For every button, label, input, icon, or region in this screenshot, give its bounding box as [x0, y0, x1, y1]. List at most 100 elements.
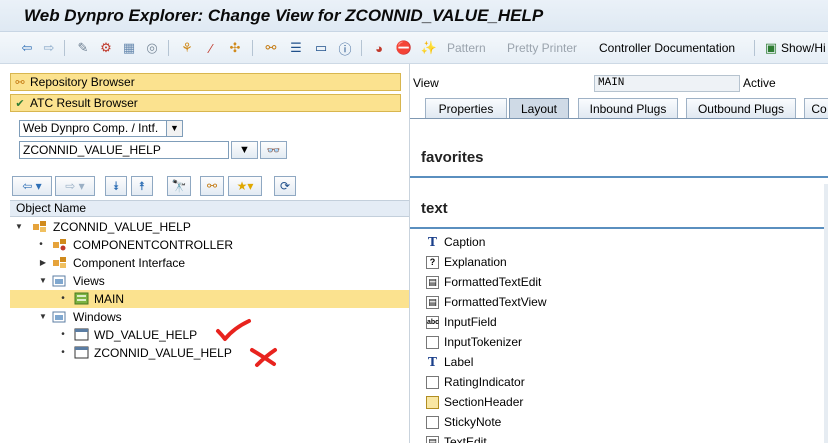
- hierarchy-icon[interactable]: ⚯: [262, 39, 280, 57]
- wizard-wand-icon[interactable]: ⁄: [202, 39, 220, 57]
- tab-underline: [410, 118, 828, 119]
- caret-down-icon: ▼: [239, 144, 250, 156]
- activate-icon[interactable]: ▦: [120, 39, 138, 57]
- toolbar-separator: [64, 40, 65, 56]
- object-type-select[interactable]: Web Dynpro Comp. / Intf. ▼: [19, 120, 183, 137]
- view-name-field: MAIN: [594, 75, 740, 92]
- controller-documentation-button[interactable]: Controller Documentation: [599, 41, 735, 55]
- tree-node-label: Views: [73, 274, 105, 288]
- repository-browser-button[interactable]: ⚯ Repository Browser: [10, 73, 401, 91]
- caret-down-icon[interactable]: ▼: [38, 272, 48, 290]
- pie-chart-icon[interactable]: ◕: [370, 39, 388, 57]
- magic-wand-icon[interactable]: ✨: [420, 39, 438, 57]
- text-edit-icon: ▤: [426, 436, 439, 443]
- library-item-label: RatingIndicator: [444, 375, 525, 389]
- stop-icon[interactable]: ⛔: [395, 39, 413, 57]
- section-header-icon: [426, 396, 439, 409]
- tree-node-wd-value-help[interactable]: • WD_VALUE_HELP: [10, 326, 409, 344]
- test-icon[interactable]: ◎: [143, 39, 161, 57]
- component-interface-icon: [53, 257, 66, 268]
- binoculars-icon: 🔭: [171, 179, 187, 193]
- tree-node-label: Component Interface: [73, 256, 186, 270]
- tab-properties[interactable]: Properties: [425, 98, 507, 119]
- tree-node-component-interface[interactable]: ▶ Component Interface: [10, 254, 409, 272]
- caret-down-icon[interactable]: ▼: [38, 308, 48, 326]
- check-icon[interactable]: ⚙: [97, 39, 115, 57]
- explanation-icon: ?: [426, 256, 439, 269]
- bullet-icon: •: [61, 347, 65, 358]
- application-toolbar: ⇦ ⇨ ✎ ⚙ ▦ ◎ ⚘ ⁄ ✣ ⚯ ☰ ▭ ⓘ ◕ ⛔ ✨ Pattern …: [0, 32, 828, 64]
- info-icon[interactable]: ⓘ: [336, 39, 354, 57]
- show-hide-icon[interactable]: ▣: [762, 39, 780, 57]
- caret-right-icon[interactable]: ▶: [38, 254, 48, 272]
- editor-tabs: Properties Layout Inbound Plugs Outbound…: [410, 98, 828, 119]
- library-scrollbar[interactable]: [824, 184, 828, 443]
- forward-arrow-icon: ⇨ ▾: [65, 179, 85, 193]
- tab-context[interactable]: Co: [804, 98, 828, 119]
- tab-inbound-plugs[interactable]: Inbound Plugs: [578, 98, 678, 119]
- tree-column-header: Object Name: [10, 200, 409, 217]
- object-dropdown-button[interactable]: ▼: [231, 141, 258, 159]
- tab-outbound-plugs[interactable]: Outbound Plugs: [686, 98, 796, 119]
- caret-down-icon[interactable]: ▼: [14, 218, 24, 236]
- tree-node-zconnid-window[interactable]: • ZCONNID_VALUE_HELP: [10, 344, 409, 362]
- input-field-icon: abc: [426, 316, 439, 329]
- text-section-title[interactable]: text: [421, 200, 448, 217]
- window-icon[interactable]: ▭: [312, 39, 330, 57]
- forward-arrow-icon[interactable]: ⇨: [40, 39, 58, 57]
- tree-node-label: WD_VALUE_HELP: [94, 328, 198, 342]
- checkmark-icon: ✔: [15, 97, 25, 110]
- hierarchy-button[interactable]: ⚯: [200, 176, 224, 196]
- where-used-icon[interactable]: ⚘: [178, 39, 196, 57]
- back-arrow-icon[interactable]: ⇦: [18, 39, 36, 57]
- hierarchy-icon: ⚯: [15, 76, 25, 89]
- tree-node-label: ZCONNID_VALUE_HELP: [53, 220, 191, 234]
- navigate-icon[interactable]: ✣: [226, 39, 244, 57]
- refresh-button[interactable]: ⟳: [274, 176, 296, 196]
- favorites-section-title[interactable]: favorites: [421, 149, 484, 166]
- pretty-printer-button[interactable]: Pretty Printer: [507, 41, 577, 55]
- bullet-icon: •: [61, 293, 65, 304]
- tab-layout[interactable]: Layout: [509, 98, 569, 119]
- tree-node-windows[interactable]: ▼ Windows: [10, 308, 409, 326]
- back-arrow-icon: ⇦ ▾: [22, 179, 42, 193]
- library-item-label: InputField: [444, 315, 497, 329]
- display-change-icon[interactable]: ✎: [74, 39, 92, 57]
- tree-node-views[interactable]: ▼ Views: [10, 272, 409, 290]
- sticky-note-icon: [426, 416, 439, 429]
- back-nav-button[interactable]: ⇦ ▾: [12, 176, 52, 196]
- atc-result-browser-button[interactable]: ✔ ATC Result Browser: [10, 94, 401, 112]
- atc-result-browser-label: ATC Result Browser: [30, 96, 138, 110]
- star-icon: ★▾: [236, 179, 254, 193]
- tree-node-component[interactable]: ▼ ZCONNID_VALUE_HELP: [10, 218, 409, 236]
- find-button[interactable]: 🔭: [167, 176, 191, 196]
- view-label: View: [413, 76, 439, 90]
- view-editor-pane: View MAIN Active Properties Layout Inbou…: [409, 64, 828, 443]
- component-icon: [33, 221, 46, 232]
- chevron-down-icon[interactable]: ▼: [166, 121, 182, 136]
- library-item-label: StickyNote: [444, 415, 502, 429]
- collapse-all-button[interactable]: ⯭: [131, 176, 153, 196]
- section-divider: [410, 176, 828, 178]
- title-bar: Web Dynpro Explorer: Change View for ZCO…: [0, 0, 828, 32]
- display-object-button[interactable]: 👓: [260, 141, 287, 159]
- window-title: Web Dynpro Explorer: Change View for ZCO…: [24, 6, 544, 25]
- hierarchy-icon: ⚯: [206, 179, 218, 193]
- forward-nav-button[interactable]: ⇨ ▾: [55, 176, 95, 196]
- tree-node-main[interactable]: • MAIN: [10, 290, 409, 308]
- object-name-input[interactable]: ZCONNID_VALUE_HELP: [19, 141, 229, 159]
- object-type-value: Web Dynpro Comp. / Intf.: [23, 121, 159, 135]
- toolbar-separator: [754, 40, 755, 56]
- show-hide-button[interactable]: Show/Hi: [781, 41, 826, 55]
- expand-all-button[interactable]: ⯯: [105, 176, 127, 196]
- list-icon[interactable]: ☰: [287, 39, 305, 57]
- repository-browser-label: Repository Browser: [30, 75, 135, 89]
- pattern-button[interactable]: Pattern: [447, 41, 486, 55]
- favorites-button[interactable]: ★▾: [228, 176, 262, 196]
- section-divider: [410, 227, 828, 229]
- red-cross-annotation: [250, 348, 277, 367]
- refresh-icon: ⟳: [279, 179, 291, 193]
- bullet-icon: •: [39, 239, 43, 250]
- library-item-label: Caption: [444, 235, 486, 249]
- tree-node-componentcontroller[interactable]: • COMPONENTCONTROLLER: [10, 236, 409, 254]
